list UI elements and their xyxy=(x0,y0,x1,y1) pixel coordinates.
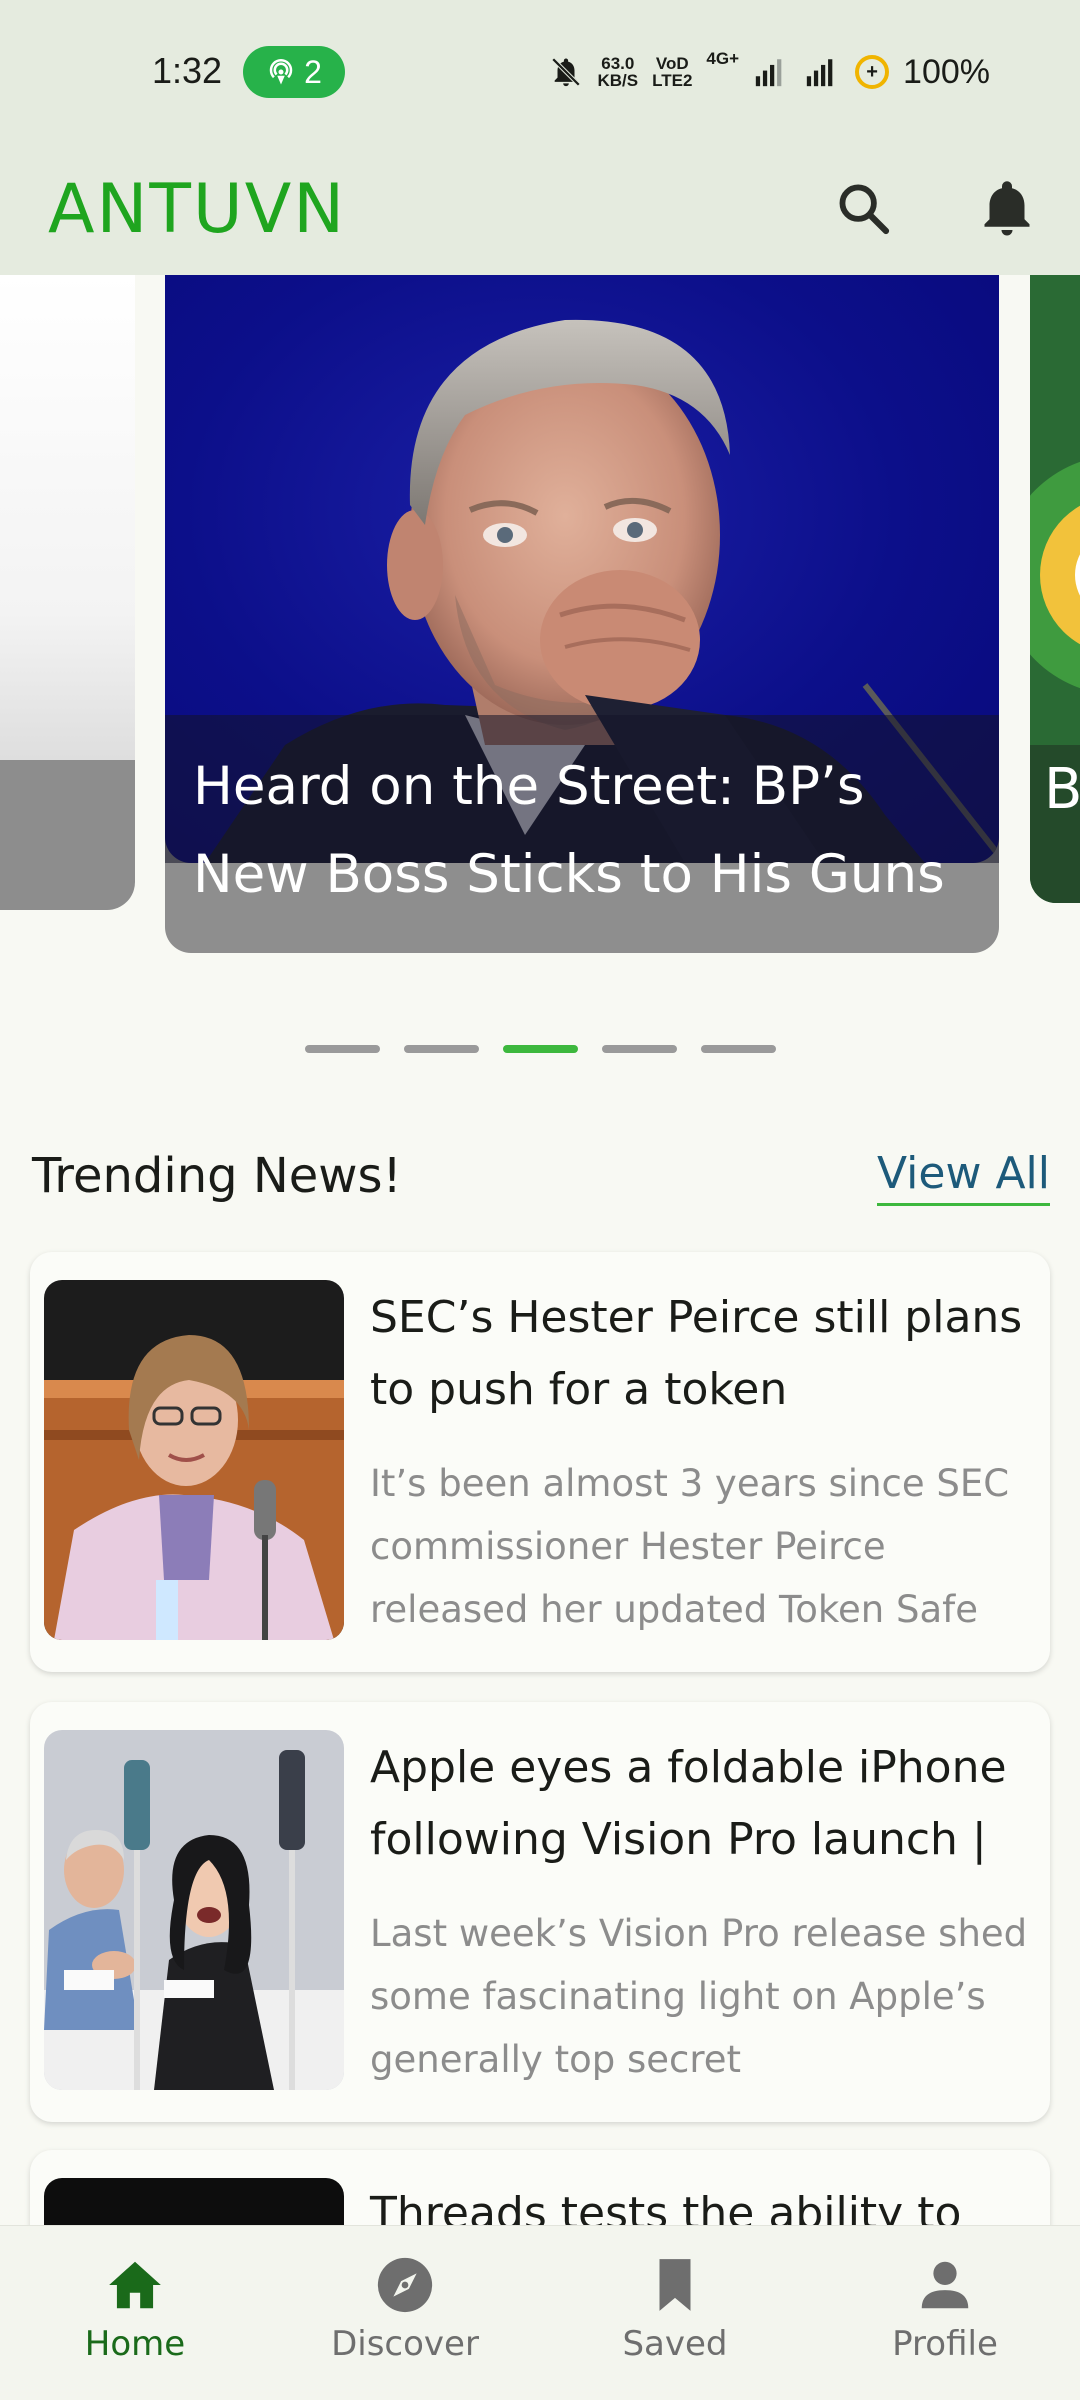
carousel-slide-current[interactable]: Heard on the Street: BP’s New Boss Stick… xyxy=(165,275,999,953)
carousel-slide-next[interactable]: B xyxy=(1030,275,1080,903)
app-logo: ANTUVN xyxy=(48,170,347,249)
home-icon xyxy=(109,2261,161,2309)
slide-title: B xyxy=(1044,757,1080,822)
signal-icon-1 xyxy=(755,59,782,87)
app-bar: ANTUVN xyxy=(0,145,1080,275)
status-icons: 63.0 KB/S VoD LTE2 4G+ + 100% xyxy=(549,46,990,98)
news-thumbnail xyxy=(44,1730,344,2090)
slide-image xyxy=(0,275,135,760)
nav-item-saved[interactable]: Saved xyxy=(540,2226,810,2400)
view-all-link[interactable]: View All xyxy=(877,1148,1050,1206)
nav-label: Discover xyxy=(331,2324,479,2364)
section-title: Trending News! xyxy=(32,1148,402,1204)
nav-label: Profile xyxy=(892,2324,998,2364)
news-card[interactable]: SEC’s Hester Peirce still plans to push … xyxy=(30,1252,1050,1672)
carousel-dot[interactable] xyxy=(304,1045,380,1053)
carousel-slide-prev[interactable] xyxy=(0,275,135,910)
hotspot-count: 2 xyxy=(304,53,322,90)
battery-level: 100% xyxy=(903,52,990,91)
news-title: SEC’s Hester Peirce still plans to push … xyxy=(370,1292,1023,1415)
nav-item-profile[interactable]: Profile xyxy=(810,2226,1080,2400)
status-bar: 1:32 2 63.0 KB/S VoD LTE2 4G+ + 100% xyxy=(0,0,1080,145)
bottom-navigation: Home Discover Saved Profile xyxy=(0,2225,1080,2400)
trending-header: Trending News! View All xyxy=(32,1148,1050,1218)
mute-bell-icon xyxy=(552,57,581,87)
search-icon xyxy=(839,184,890,235)
bell-icon xyxy=(984,181,1030,236)
net-speed: 63.0 KB/S xyxy=(597,54,639,90)
compass-icon xyxy=(377,2257,433,2313)
status-time: 1:32 xyxy=(152,50,223,91)
nav-item-home[interactable]: Home xyxy=(0,2226,270,2400)
search-button[interactable] xyxy=(808,153,918,263)
slide-caption-bg xyxy=(0,760,135,910)
notifications-button[interactable] xyxy=(952,153,1062,263)
news-description: It’s been almost 3 years since SEC commi… xyxy=(370,1462,1010,1631)
volte-indicator: VoD LTE2 xyxy=(652,54,693,90)
nav-item-discover[interactable]: Discover xyxy=(270,2226,540,2400)
news-photo xyxy=(44,1280,344,1640)
carousel-dot[interactable] xyxy=(700,1045,776,1053)
network-type: 4G+ xyxy=(706,49,740,68)
news-card[interactable]: Apple eyes a foldable iPhone following V… xyxy=(30,1702,1050,2122)
hotspot-icon xyxy=(269,58,293,85)
nav-label: Saved xyxy=(622,2324,728,2364)
news-description: Last week’s Vision Pro release shed some… xyxy=(370,1912,1028,2081)
person-icon xyxy=(921,2261,969,2309)
carousel-dot[interactable] xyxy=(403,1045,479,1053)
slide-title: Heard on the Street: BP’s New Boss Stick… xyxy=(193,756,945,905)
hotspot-pill: 2 xyxy=(243,46,345,98)
signal-icon-2 xyxy=(806,59,833,87)
news-thumbnail xyxy=(44,1280,344,1640)
carousel-indicator xyxy=(0,1045,1080,1055)
nav-label: Home xyxy=(84,2324,186,2364)
carousel-dot[interactable] xyxy=(601,1045,677,1053)
news-photo xyxy=(44,1730,344,2090)
bookmark-icon xyxy=(659,2259,691,2311)
featured-carousel[interactable]: Heard on the Street: BP’s New Boss Stick… xyxy=(0,275,1080,1035)
carousel-dot-active[interactable] xyxy=(502,1045,578,1053)
battery-saver-icon: + xyxy=(855,55,890,89)
news-title: Apple eyes a foldable iPhone following V… xyxy=(370,1742,1007,1865)
